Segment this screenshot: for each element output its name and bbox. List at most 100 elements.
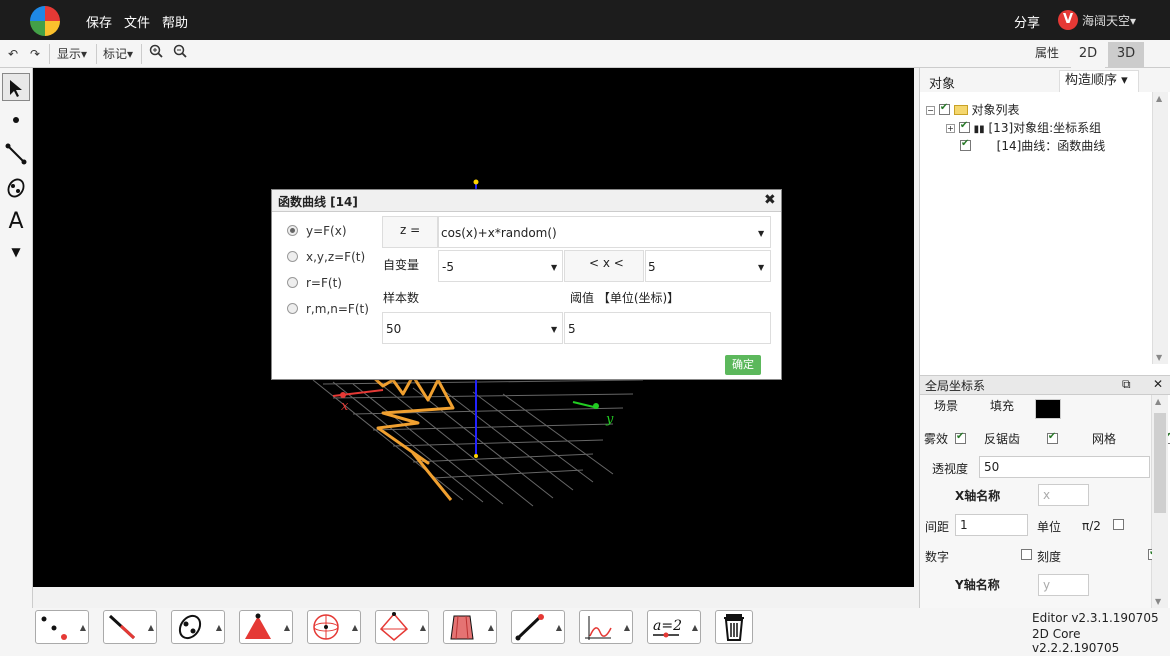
option-rft-label: r=F(t)	[306, 276, 342, 290]
option-xyzft-label: x,y,z=F(t)	[306, 250, 366, 264]
popout-icon[interactable]: ⧉	[1122, 377, 1131, 392]
point-tool-icon[interactable]	[2, 106, 30, 134]
digits-label: 数字	[925, 550, 950, 564]
antialias-label: 反锯齿	[984, 432, 1021, 446]
coord-title: 全局坐标系	[925, 379, 986, 393]
tab-properties[interactable]: 属性	[1035, 43, 1059, 65]
menu-help[interactable]: 帮助	[162, 12, 188, 31]
brand-v-icon: V	[1058, 10, 1078, 30]
root-checkbox[interactable]	[938, 102, 950, 115]
samples-value: 50	[386, 322, 402, 336]
menu-file[interactable]: 文件	[124, 12, 150, 31]
function-tools-button[interactable]: ▲	[579, 610, 633, 644]
formula-tools-button[interactable]: a=2 ▲	[647, 610, 701, 644]
tab-3d[interactable]: 3D	[1108, 42, 1144, 68]
option-yfx-label: y=F(x)	[306, 224, 347, 238]
perspective-label: 透视度	[932, 462, 969, 476]
core-version: 2D Core v2.2.2.190705	[1032, 627, 1120, 655]
x-axis-end	[340, 392, 346, 398]
y-axis-name-input[interactable]: y	[1038, 574, 1089, 596]
close-icon[interactable]: ✕	[1153, 377, 1163, 391]
tree-item-label: [13]对象组:坐标系组	[988, 121, 1102, 135]
left-tool-strip: A ▼	[0, 68, 33, 608]
function-curve-dialog: 函数曲线 [14] ✖ y=F(x) x,y,z=F(t) r=F(t) r,m…	[271, 189, 782, 380]
radio-rmnft[interactable]	[287, 303, 298, 314]
redo-icon[interactable]: ↷	[26, 43, 44, 65]
to-value: 5	[648, 260, 656, 274]
antialias-checkbox[interactable]	[1046, 431, 1058, 444]
undo-icon[interactable]: ↶	[4, 43, 22, 65]
app-logo[interactable]	[30, 6, 60, 36]
tab-2d[interactable]: 2D	[1071, 42, 1105, 68]
polygon-tools-button[interactable]: ▲	[239, 610, 293, 644]
y-axis-name-label: Y轴名称	[955, 578, 1000, 592]
fill-color-swatch[interactable]	[1035, 399, 1061, 419]
chevron-down-icon[interactable]: ▼	[758, 263, 764, 272]
tree-root[interactable]: − 对象列表	[926, 101, 1020, 118]
y-axis-label: y	[605, 412, 614, 427]
sphere-tools-button[interactable]: ▲	[307, 610, 361, 644]
to-select[interactable]	[645, 250, 771, 282]
tree-item-coord-group[interactable]: + ▮▮ [13]对象组:坐标系组	[946, 119, 1101, 136]
chevron-down-icon[interactable]: ▼	[551, 325, 557, 334]
share-button[interactable]: 分享	[1014, 12, 1040, 31]
scene-label: 场景	[934, 399, 959, 413]
segment-tool-icon[interactable]	[2, 140, 30, 168]
z-label: z =	[400, 223, 421, 237]
zoom-out-icon[interactable]	[169, 43, 191, 65]
fill-label: 填充	[990, 399, 1015, 413]
chevron-down-icon[interactable]: ▼	[551, 263, 557, 272]
expression-value: cos(x)+x*random()	[441, 226, 557, 240]
text-tool-icon[interactable]: A	[2, 208, 30, 236]
expand-icon[interactable]: +	[946, 124, 955, 133]
unit-pi-label: π/2	[1082, 519, 1101, 533]
line-tools-button[interactable]: ▲	[103, 610, 157, 644]
ok-button[interactable]: 确定	[725, 355, 761, 375]
zoom-in-icon[interactable]	[145, 43, 167, 65]
unit-label: 单位	[1037, 520, 1062, 534]
circle-tool-icon[interactable]	[2, 174, 30, 202]
toolbar: ↶ ↷ 显示▾ 标记▾	[0, 40, 1170, 68]
unit-checkbox[interactable]	[1113, 519, 1125, 530]
perspective-input[interactable]: 50	[979, 456, 1150, 478]
digits-checkbox[interactable]	[1021, 549, 1033, 560]
radio-rft[interactable]	[287, 277, 298, 288]
mark-menu[interactable]: 标记▾	[99, 43, 137, 65]
samples-label: 样本数	[383, 291, 420, 305]
variable-label: 自变量	[383, 258, 420, 272]
formula-glyph: a=2	[653, 618, 682, 634]
more-tools-icon[interactable]: ▼	[2, 238, 30, 266]
radio-yfx[interactable]	[287, 225, 298, 236]
vector-tools-button[interactable]: ▲	[511, 610, 565, 644]
tab-construct-order[interactable]: 构造顺序 ▾	[1059, 70, 1139, 92]
item-checkbox[interactable]	[958, 120, 970, 133]
display-menu[interactable]: 显示▾	[53, 43, 91, 65]
from-select[interactable]	[438, 250, 563, 282]
radio-xyzft[interactable]	[287, 251, 298, 262]
function-curve	[361, 366, 455, 501]
top-menu-bar: 保存 文件 帮助 分享 V 海阔天空▾	[0, 0, 1170, 40]
collapse-icon[interactable]: −	[926, 106, 935, 115]
fog-checkbox[interactable]	[955, 431, 966, 444]
threshold-input[interactable]	[564, 312, 771, 344]
close-icon[interactable]: ✖	[764, 192, 776, 208]
props-scrollbar[interactable]: ▲ ▼	[1152, 395, 1168, 608]
spacing-input[interactable]: 1	[955, 514, 1028, 536]
x-axis-name-label: X轴名称	[955, 489, 1001, 503]
toolbar-divider	[141, 44, 142, 64]
menu-save[interactable]: 保存	[86, 12, 112, 31]
select-arrow-icon[interactable]	[2, 73, 30, 101]
user-menu[interactable]: 海阔天空▾	[1082, 12, 1136, 29]
trash-icon[interactable]	[715, 610, 753, 644]
threshold-value: 5	[568, 322, 576, 336]
point-tools-button[interactable]: ▲	[35, 610, 89, 644]
objects-scrollbar[interactable]: ▲ ▼	[1152, 92, 1168, 364]
circle-tools-button[interactable]: ▲	[171, 610, 225, 644]
samples-select[interactable]	[382, 312, 563, 344]
solid-tools-button[interactable]: ▲	[375, 610, 429, 644]
tree-item-curve[interactable]: [14]曲线：函数曲线	[960, 137, 1105, 154]
x-axis-name-input[interactable]: x	[1038, 484, 1089, 506]
surface-tools-button[interactable]: ▲	[443, 610, 497, 644]
item-checkbox[interactable]	[960, 138, 971, 151]
chevron-down-icon[interactable]: ▼	[758, 229, 764, 238]
